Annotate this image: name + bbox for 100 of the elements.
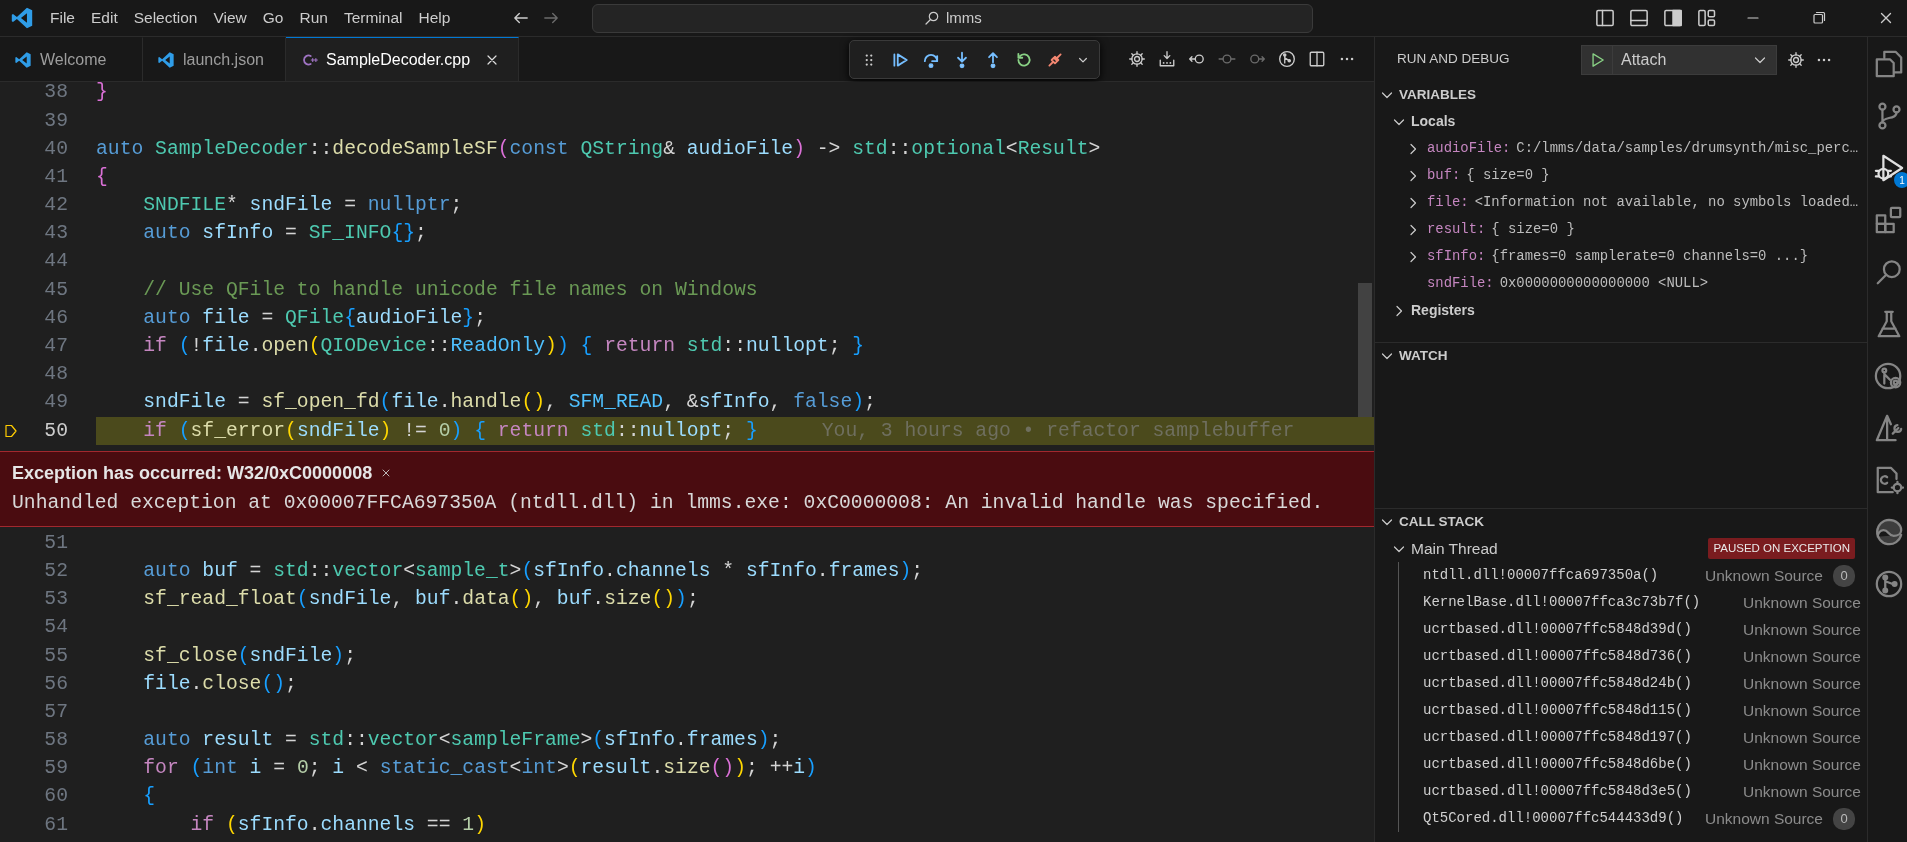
editor-tab[interactable]: SampleDecoder.cpp [286, 37, 520, 81]
sidebar-layout-icon[interactable] [1595, 8, 1616, 28]
status-badge: PAUSED ON EXCEPTION [1708, 537, 1855, 560]
line-number: 39 [43, 108, 68, 134]
section-title[interactable]: WATCH [1399, 345, 1448, 367]
stack-frame[interactable]: ucrtbased.dll!00007ffc5848d3e5() Unknown Source [1399, 778, 1867, 805]
vscode-logo-icon [14, 50, 32, 69]
stack-frame[interactable]: ucrtbased.dll!00007ffc5848d197() Unknown Source [1399, 724, 1867, 751]
code-line: } [96, 82, 108, 106]
menu-item[interactable]: Help [410, 4, 459, 32]
variable-value: { size=0 } [1466, 166, 1550, 186]
code-line: if (sfInfo.channels == 1) [189, 812, 486, 838]
layout-grid-icon[interactable] [1697, 8, 1718, 28]
scope-label[interactable]: Locals [1411, 111, 1456, 132]
variable-value: <Information not available, no symbols loaded… [1474, 193, 1859, 213]
section-title[interactable]: CALL STACK [1399, 511, 1484, 533]
search-icon[interactable] [1874, 257, 1904, 287]
menu-item[interactable]: Selection [125, 4, 206, 32]
menu-item[interactable]: Edit [83, 4, 126, 32]
settings-icon[interactable] [1128, 50, 1146, 68]
menu-item[interactable]: Go [254, 4, 292, 32]
line-number: 50 [43, 418, 68, 444]
vscode-logo-icon [157, 50, 175, 69]
line-number: 59 [43, 756, 68, 782]
code-line: auto file = QFile{audioFile}; [142, 305, 486, 331]
frame-name: KernelBase.dll!00007ffca3c73b7f() [1423, 593, 1701, 612]
line-number: 47 [43, 334, 68, 359]
stack-frame[interactable]: ucrtbased.dll!00007ffc5848d115() Unknown Source [1399, 697, 1867, 724]
menu-item[interactable]: Terminal [335, 4, 411, 32]
code-line: sf_close(sndFile); [142, 643, 356, 669]
circle-branch-icon[interactable] [1874, 361, 1904, 391]
document-gear-icon[interactable] [1874, 465, 1904, 495]
frame-name: ucrtbased.dll!00007ffc5848d736() [1423, 647, 1692, 666]
frame-name: ntdll.dll!00007ffca697350a() [1423, 566, 1659, 585]
code-line: SNDFILE* sndFile = nullptr; [142, 193, 463, 219]
code-line: sf_read_float(sndFile, buf.data(), buf.size()); [142, 587, 699, 613]
swirl-icon[interactable] [1874, 517, 1904, 547]
stack-frame[interactable]: KernelBase.dll!00007ffca3c73b7f() Unknown Source [1399, 589, 1867, 616]
download-icon[interactable] [1158, 50, 1176, 68]
code-line: sndFile = sf_open_fd(file.handle(), SFM_READ, &sfInfo, false); [142, 390, 876, 416]
thread-label[interactable]: Main Thread [1411, 536, 1498, 561]
menu-item[interactable]: File [42, 4, 83, 32]
graph-icon[interactable] [1278, 50, 1296, 68]
triangle-wrench-icon[interactable] [1874, 413, 1904, 443]
source-label: Unknown Source [1742, 646, 1861, 667]
menu-item[interactable]: Run [291, 4, 336, 32]
scope-label[interactable]: Registers [1411, 300, 1475, 321]
code-line: auto sfInfo = SF_INFO{}; [142, 221, 427, 247]
source-label: Unknown Source [1742, 673, 1861, 694]
search-field[interactable]: lmms [592, 3, 1314, 33]
exception-title: Exception has occurred: W32/0xC0000008 [12, 461, 373, 485]
extensions-icon[interactable] [1874, 205, 1904, 235]
scrollbar-thumb[interactable] [1358, 283, 1372, 417]
variable-value: { size=0 } [1491, 220, 1575, 240]
disconnect-icon[interactable] [1046, 50, 1064, 69]
restore-icon[interactable] [1811, 10, 1828, 26]
variable-value: C:/lmms/data/samples/drumsynth/misc_perc… [1516, 139, 1859, 159]
split-editor-icon[interactable] [1308, 50, 1326, 68]
source-label: Unknown Source [1742, 700, 1861, 721]
line-number: 57 [43, 699, 68, 725]
stack-frame[interactable]: ucrtbased.dll!00007ffc5848d24b() Unknown Source [1399, 670, 1867, 697]
variable-name: sfInfo: [1427, 247, 1486, 267]
variable-name: audioFile: [1427, 139, 1511, 159]
stack-frame[interactable]: ucrtbased.dll!00007ffc5848d736() Unknown Source [1399, 643, 1867, 670]
frame-name: ucrtbased.dll!00007ffc5848d24b() [1423, 674, 1692, 693]
source-label: Unknown Source [1742, 727, 1861, 748]
line-number: 51 [43, 530, 68, 556]
line-number: 52 [43, 558, 68, 584]
line-number: 60 [43, 784, 68, 810]
stack-frame[interactable]: ntdll.dll!00007ffca697350a() Unknown Source 0 [1399, 562, 1867, 589]
section-title[interactable]: VARIABLES [1399, 84, 1476, 106]
line-number: 42 [43, 193, 68, 219]
debug-icon[interactable] [1874, 153, 1904, 183]
stack-frame[interactable]: ucrtbased.dll!00007ffc5848d6be() Unknown Source [1399, 751, 1867, 778]
panel-layout-icon[interactable] [1629, 8, 1650, 28]
frame-name: ucrtbased.dll!00007ffc5848d115() [1423, 701, 1692, 720]
code-line: // Use QFile to handle unicode file names on Windows [142, 277, 758, 303]
line-number: 40 [43, 136, 68, 162]
line-number: 53 [43, 587, 68, 613]
exception-message: Unhandled exception at 0x00007FFCA697350A (ntdll.dll) in lmms.exe: 0xC0000008: An invalid handle was specified. [12, 490, 1325, 516]
secondary-sidebar-icon[interactable] [1663, 8, 1684, 28]
line-number: 56 [43, 671, 68, 697]
circle-fork-icon[interactable] [1874, 569, 1904, 599]
restart-icon[interactable] [1015, 50, 1033, 69]
menu-item[interactable]: View [205, 4, 255, 32]
settings-icon[interactable] [1787, 50, 1805, 69]
variable-value: {frames=0 samplerate=0 channels=0 ...} [1491, 247, 1809, 267]
frame-name: ucrtbased.dll!00007ffc5848d39d() [1423, 620, 1692, 639]
code-line: for (int i = 0; i < static_cast<int>(result.size()); ++i) [142, 756, 817, 782]
line-number: 43 [43, 221, 68, 247]
line-number: 45 [43, 277, 68, 303]
stack-frame[interactable]: Qt5Cored.dll!00007ffc544433d9() Unknown Source 0 [1399, 805, 1867, 832]
search-icon [923, 10, 940, 26]
files-icon[interactable] [1874, 49, 1904, 79]
frame-name: ucrtbased.dll!00007ffc5848d3e5() [1423, 782, 1692, 801]
code-line: if (sf_error(sndFile) != 0) { return std::nullopt; } [142, 418, 758, 444]
stack-frame[interactable]: ucrtbased.dll!00007ffc5848d39d() Unknown Source [1399, 616, 1867, 643]
configuration-select[interactable]: Attach [1613, 45, 1776, 74]
code-line: if (!file.open(QIODevice::ReadOnly)) { return std::nullopt; } [142, 334, 865, 359]
count-badge: 0 [1833, 807, 1855, 830]
